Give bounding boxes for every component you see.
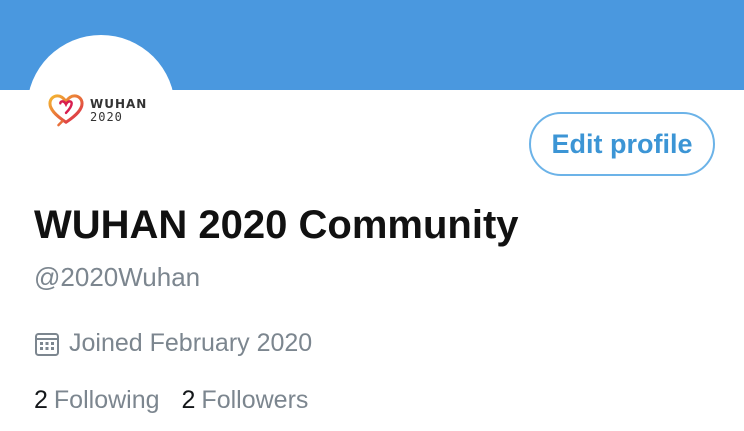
logo-text: WUHAN 2020 bbox=[90, 98, 147, 123]
following-link[interactable]: 2 Following bbox=[34, 386, 160, 415]
logo-line-1: WUHAN bbox=[90, 96, 148, 111]
joined-text: Joined February 2020 bbox=[69, 329, 313, 357]
edit-profile-button[interactable]: Edit profile bbox=[529, 112, 715, 176]
following-count: 2 bbox=[34, 386, 48, 414]
profile-display-name: WUHAN 2020 Community bbox=[34, 203, 519, 247]
following-label: Following bbox=[53, 386, 160, 414]
profile-handle: @2020Wuhan bbox=[34, 262, 201, 292]
followers-count: 2 bbox=[181, 386, 196, 414]
follow-stats: 2 Following 2 Followers bbox=[34, 386, 308, 415]
wuhan-2020-logo: WUHAN 2020 bbox=[47, 93, 147, 127]
avatar[interactable]: WUHAN 2020 bbox=[27, 35, 175, 183]
logo-line-2: 2020 bbox=[90, 109, 123, 124]
calendar-icon bbox=[35, 332, 59, 356]
heart-logo-icon bbox=[48, 94, 84, 127]
followers-label: Followers bbox=[201, 386, 309, 414]
joined-date: Joined February 2020 bbox=[34, 329, 312, 358]
followers-link[interactable]: 2 Followers bbox=[182, 386, 309, 415]
profile-page: WUHAN 2020 Edit profile WUHAN 2020 Commu… bbox=[0, 0, 744, 431]
